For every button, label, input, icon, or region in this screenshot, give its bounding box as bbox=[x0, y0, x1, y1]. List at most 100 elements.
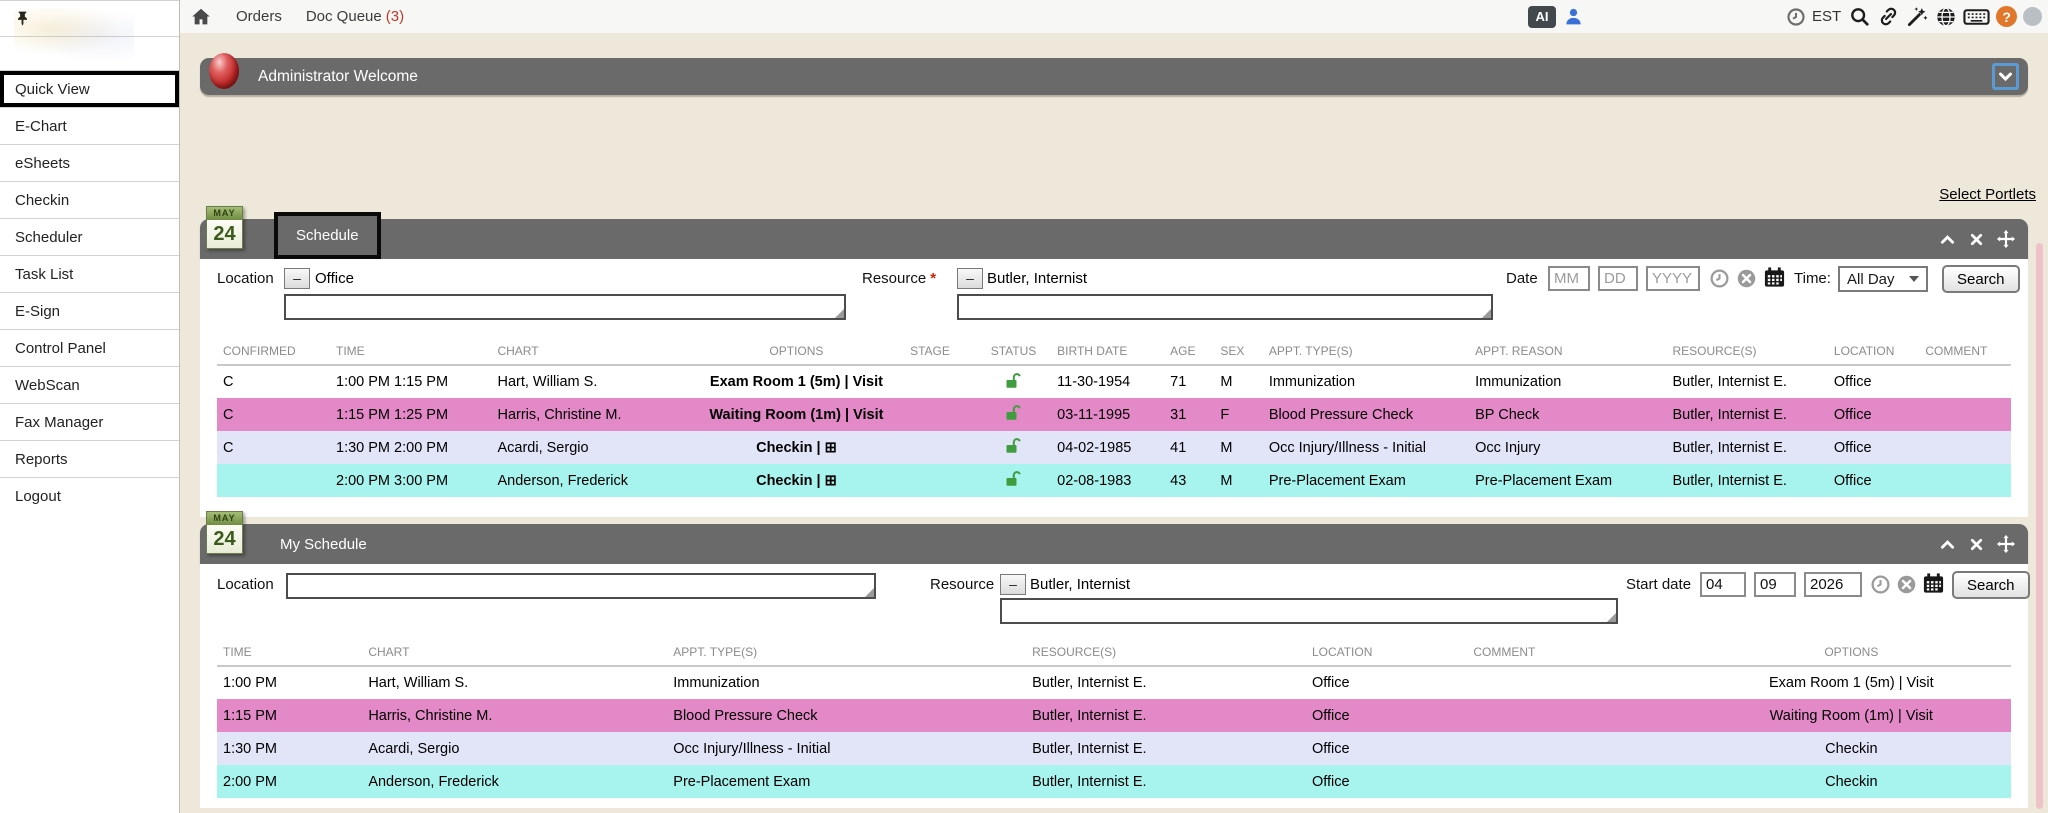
location-input[interactable] bbox=[284, 294, 846, 320]
cell-sex: M bbox=[1214, 464, 1262, 497]
cell-options[interactable]: Exam Room 1 (5m) | Visit bbox=[689, 365, 904, 398]
portlet-controls bbox=[1938, 524, 2016, 564]
sidebar-item-e-sign[interactable]: E-Sign bbox=[0, 292, 179, 329]
cell-time: 2:00 PM bbox=[217, 765, 362, 798]
cell-sex: F bbox=[1214, 398, 1262, 431]
sidebar-item-fax-manager[interactable]: Fax Manager bbox=[0, 403, 179, 440]
sidebar-item-checkin[interactable]: Checkin bbox=[0, 181, 179, 218]
search-button[interactable]: Search bbox=[1942, 265, 2020, 293]
time-picker-icon[interactable] bbox=[1709, 268, 1730, 289]
resource-collapse-button[interactable]: – bbox=[1000, 574, 1026, 595]
help-icon[interactable]: ? bbox=[1996, 6, 2017, 27]
sidebar-item-esheets[interactable]: eSheets bbox=[0, 144, 179, 181]
sidebar-item-scheduler[interactable]: Scheduler bbox=[0, 218, 179, 255]
column-header-resource-s: RESOURCE(S) bbox=[1026, 640, 1306, 666]
resource-input[interactable] bbox=[1000, 598, 1618, 624]
chevron-down-icon bbox=[1997, 68, 2014, 85]
close-portlet-icon[interactable] bbox=[1968, 231, 1985, 248]
appointment-row[interactable]: C1:30 PM 2:00 PMAcardi, SergioCheckin | … bbox=[217, 431, 2011, 464]
cell-options[interactable]: Checkin bbox=[1692, 732, 2011, 765]
cell-options[interactable]: Checkin bbox=[1692, 765, 2011, 798]
calendar-day: 24 bbox=[207, 220, 242, 248]
time-select[interactable]: All Day bbox=[1838, 266, 1928, 292]
clear-date-icon[interactable] bbox=[1736, 268, 1757, 289]
home-icon[interactable] bbox=[190, 6, 212, 28]
cell-options[interactable]: Waiting Room (1m) | Visit bbox=[1692, 699, 2011, 732]
app-logo bbox=[14, 8, 134, 60]
resource-input[interactable] bbox=[957, 294, 1493, 320]
sidebar-item-e-chart[interactable]: E-Chart bbox=[0, 107, 179, 144]
time-picker-icon[interactable] bbox=[1870, 574, 1891, 595]
link-icon[interactable] bbox=[1877, 5, 1900, 28]
appointment-row[interactable]: C1:15 PM 1:25 PMHarris, Christine M.Wait… bbox=[217, 398, 2011, 431]
cell-stage bbox=[904, 431, 976, 464]
my-schedule-portlet: MAY 24 My Schedule Location Resource – B… bbox=[200, 524, 2028, 808]
cell-location: Office bbox=[1828, 431, 1919, 464]
cell-options[interactable]: Exam Room 1 (5m) | Visit bbox=[1692, 666, 2011, 699]
appointment-row[interactable]: 1:30 PMAcardi, SergioOcc Injury/Illness … bbox=[217, 732, 2011, 765]
location-selected-value: Office bbox=[315, 270, 354, 287]
globe-icon[interactable] bbox=[1935, 6, 1957, 28]
search-icon[interactable] bbox=[1849, 6, 1871, 28]
column-header-location: LOCATION bbox=[1306, 640, 1467, 666]
expand-welcome-button[interactable] bbox=[1992, 63, 2019, 90]
time-label: Time: bbox=[1794, 270, 1831, 287]
collapse-portlet-icon[interactable] bbox=[1938, 230, 1957, 249]
nav-doc-queue[interactable]: Doc Queue(3) bbox=[306, 8, 404, 25]
sidebar-item-reports[interactable]: Reports bbox=[0, 440, 179, 477]
status-unlocked-icon[interactable] bbox=[976, 464, 1051, 497]
sidebar-item-logout[interactable]: Logout bbox=[0, 477, 179, 514]
resource-label: Resource* bbox=[862, 270, 936, 287]
search-button[interactable]: Search bbox=[1952, 571, 2030, 599]
sidebar-item-task-list[interactable]: Task List bbox=[0, 255, 179, 292]
column-header-comment: COMMENT bbox=[1919, 339, 2011, 365]
cell-appt-type-s: Pre-Placement Exam bbox=[1263, 464, 1469, 497]
cell-options[interactable]: Waiting Room (1m) | Visit bbox=[689, 398, 904, 431]
cell-options[interactable]: Checkin | ⊞ bbox=[689, 464, 904, 497]
collapse-portlet-icon[interactable] bbox=[1938, 535, 1957, 554]
status-unlocked-icon[interactable] bbox=[976, 398, 1051, 431]
my-schedule-portlet-header[interactable]: MAY 24 My Schedule bbox=[200, 524, 2028, 564]
date-day-input[interactable] bbox=[1598, 266, 1638, 291]
calendar-picker-icon[interactable] bbox=[1922, 572, 1945, 595]
column-header-appt-reason: APPT. REASON bbox=[1469, 339, 1666, 365]
schedule-portlet-header[interactable]: MAY 24 Schedule bbox=[200, 219, 2028, 259]
sidebar-item-control-panel[interactable]: Control Panel bbox=[0, 329, 179, 366]
user-icon[interactable] bbox=[1564, 7, 1583, 26]
appointment-row[interactable]: 1:00 PMHart, William S.ImmunizationButle… bbox=[217, 666, 2011, 699]
cell-options[interactable]: Checkin | ⊞ bbox=[689, 431, 904, 464]
sidebar-item-webscan[interactable]: WebScan bbox=[0, 366, 179, 403]
location-collapse-button[interactable]: – bbox=[284, 268, 310, 289]
move-portlet-icon[interactable] bbox=[1996, 534, 2016, 554]
move-portlet-icon[interactable] bbox=[1996, 229, 2016, 249]
resource-collapse-button[interactable]: – bbox=[957, 268, 983, 289]
status-unlocked-icon[interactable] bbox=[976, 365, 1051, 398]
location-input[interactable] bbox=[286, 573, 876, 599]
wand-icon[interactable] bbox=[1906, 5, 1929, 28]
status-unlocked-icon[interactable] bbox=[976, 431, 1051, 464]
start-month-input[interactable] bbox=[1700, 572, 1746, 597]
clock-icon[interactable] bbox=[1786, 7, 1806, 27]
nav-orders[interactable]: Orders bbox=[236, 8, 282, 25]
cell-time: 1:00 PM bbox=[217, 666, 362, 699]
topbar-tools-group: EST ? bbox=[1786, 0, 2042, 33]
cell-appt-type-s: Blood Pressure Check bbox=[1263, 398, 1469, 431]
close-portlet-icon[interactable] bbox=[1968, 536, 1985, 553]
cell-resource-s: Butler, Internist E. bbox=[1026, 666, 1306, 699]
sidebar-item-quick-view[interactable]: Quick View bbox=[0, 70, 179, 107]
scrollbar[interactable] bbox=[2036, 243, 2043, 809]
cell-chart: Hart, William S. bbox=[362, 666, 667, 699]
date-month-input[interactable] bbox=[1548, 266, 1590, 291]
clear-date-icon[interactable] bbox=[1896, 574, 1917, 595]
appointment-row[interactable]: C1:00 PM 1:15 PMHart, William S.Exam Roo… bbox=[217, 365, 2011, 398]
keyboard-icon[interactable] bbox=[1963, 6, 1990, 28]
start-day-input[interactable] bbox=[1754, 572, 1796, 597]
appointment-row[interactable]: 2:00 PM 3:00 PMAnderson, FrederickChecki… bbox=[217, 464, 2011, 497]
date-year-input[interactable] bbox=[1646, 266, 1700, 291]
start-year-input[interactable] bbox=[1804, 572, 1862, 597]
appointment-row[interactable]: 1:15 PMHarris, Christine M.Blood Pressur… bbox=[217, 699, 2011, 732]
appointment-row[interactable]: 2:00 PMAnderson, FrederickPre-Placement … bbox=[217, 765, 2011, 798]
ai-badge[interactable]: AI bbox=[1528, 6, 1556, 28]
calendar-picker-icon[interactable] bbox=[1763, 266, 1786, 289]
select-portlets-link[interactable]: Select Portlets bbox=[1939, 186, 2036, 203]
